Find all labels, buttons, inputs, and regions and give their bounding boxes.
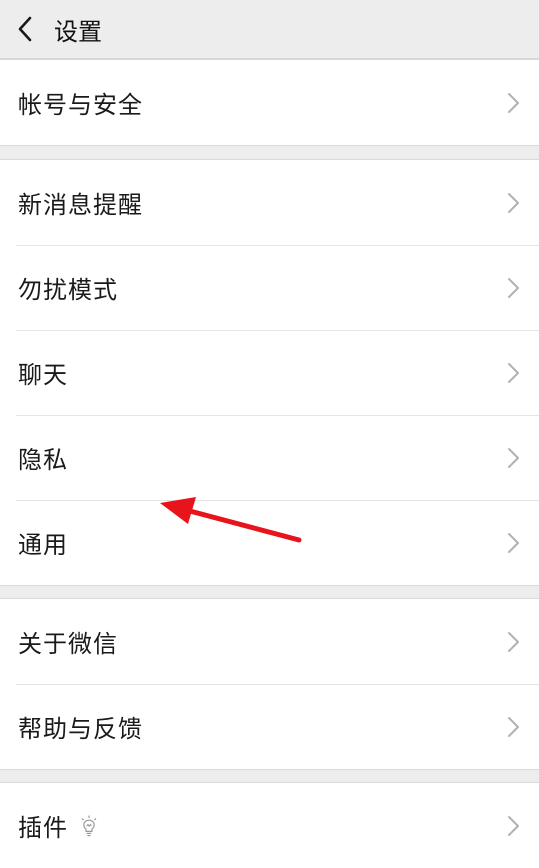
page-title: 设置: [54, 17, 102, 46]
settings-item-do-not-disturb[interactable]: 勿扰模式: [0, 245, 539, 330]
chevron-right-icon: [508, 447, 519, 468]
settings-item-chat[interactable]: 聊天: [0, 330, 539, 415]
settings-item-label: 帮助与反馈: [18, 715, 143, 743]
chevron-left-icon: [18, 16, 32, 42]
chevron-right-icon: [508, 277, 519, 298]
settings-item-about-wechat[interactable]: 关于微信: [0, 599, 539, 684]
settings-item-account-security[interactable]: 帐号与安全: [0, 60, 539, 145]
settings-item-new-message-notification[interactable]: 新消息提醒: [0, 160, 539, 245]
settings-item-label: 插件: [18, 814, 68, 842]
top-bar: 设置: [0, 0, 539, 59]
chevron-right-icon: [508, 631, 519, 652]
chevron-right-icon: [508, 815, 519, 836]
settings-item-label: 关于微信: [18, 630, 118, 658]
settings-item-label: 帐号与安全: [18, 91, 143, 119]
settings-item-label: 隐私: [18, 446, 68, 474]
settings-item-label: 聊天: [18, 361, 68, 389]
settings-item-help-feedback[interactable]: 帮助与反馈: [0, 684, 539, 769]
settings-item-label: 勿扰模式: [18, 276, 118, 304]
settings-group-account: 帐号与安全: [0, 59, 539, 146]
settings-item-label: 新消息提醒: [18, 191, 143, 219]
settings-item-plugins[interactable]: 插件: [0, 783, 539, 868]
chevron-right-icon: [508, 716, 519, 737]
settings-group-about: 关于微信 帮助与反馈: [0, 598, 539, 770]
settings-item-general[interactable]: 通用: [0, 500, 539, 585]
settings-item-privacy[interactable]: 隐私: [0, 415, 539, 500]
settings-group-plugins: 插件: [0, 782, 539, 868]
chevron-right-icon: [508, 532, 519, 553]
settings-item-label: 通用: [18, 531, 68, 559]
chevron-right-icon: [508, 362, 519, 383]
chevron-right-icon: [508, 92, 519, 113]
chevron-right-icon: [508, 192, 519, 213]
settings-group-main: 新消息提醒 勿扰模式 聊天 隐私 通用: [0, 159, 539, 586]
back-button[interactable]: [2, 5, 48, 53]
lightbulb-icon: [81, 815, 97, 836]
